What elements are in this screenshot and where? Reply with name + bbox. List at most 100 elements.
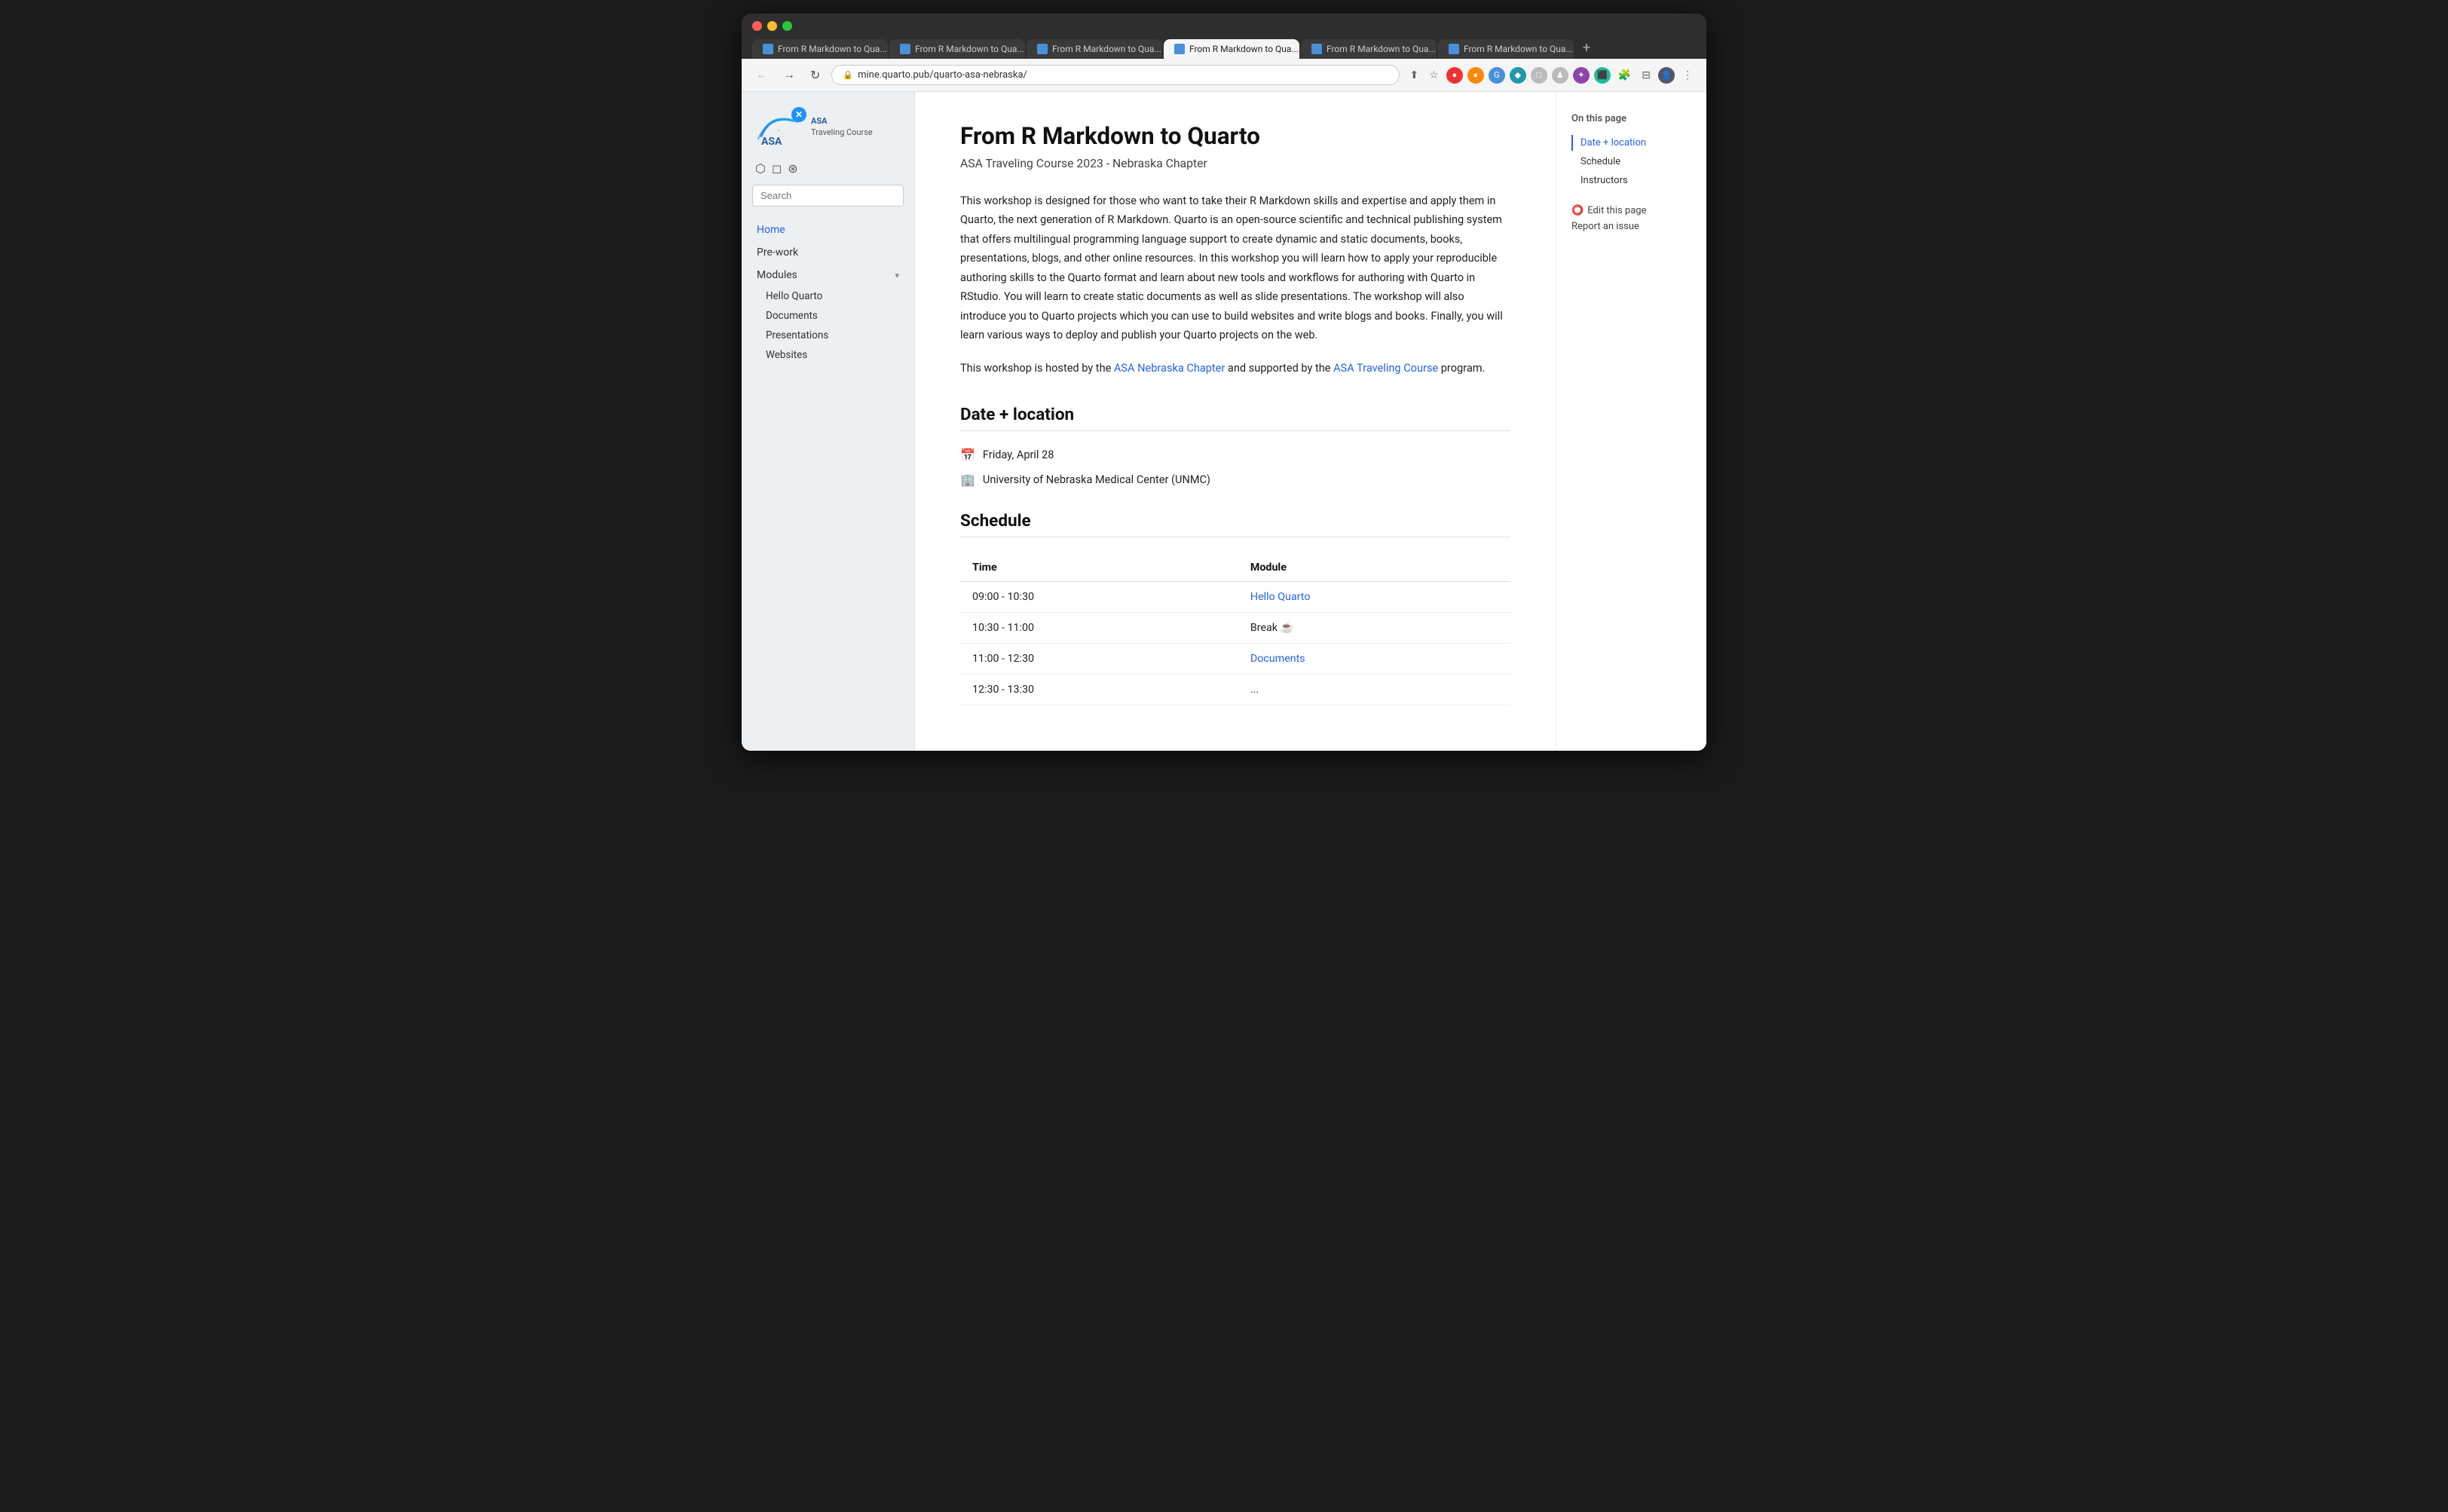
main-content: From R Markdown to Quarto ASA Traveling … (915, 92, 1556, 751)
page-subtitle: ASA Traveling Course 2023 - Nebraska Cha… (960, 156, 1510, 170)
sidebar-item-websites[interactable]: Websites (742, 345, 914, 365)
location-item: 🏢 University of Nebraska Medical Center … (960, 473, 1510, 487)
minimize-button[interactable] (767, 21, 777, 31)
table-row: 10:30 - 11:00Break ☕ (960, 613, 1510, 644)
toc-edit-section: ⭕ Edit this page Report an issue (1571, 205, 1691, 232)
toc-link[interactable]: Instructors (1571, 173, 1691, 188)
date-location-divider (960, 430, 1510, 431)
hosted-text-after: program. (1438, 362, 1485, 375)
sidebar-item-label-presentations: Presentations (766, 329, 828, 341)
extensions-button[interactable]: 🧩 (1615, 67, 1634, 83)
mail-icon[interactable]: ◻ (772, 161, 782, 176)
logo-image: ASA • ✕ (755, 107, 803, 146)
toc-panel: On this page Date + location Schedule Inst… (1556, 92, 1706, 751)
tab-favicon-1 (763, 44, 773, 54)
browser-toolbar: ⬆ ☆ ● ● G ◆ □ ♟ ✦ ⬛ 🧩 ⊟ 👤 ⋮ (1407, 67, 1696, 84)
more-options-button[interactable]: ⋮ (1679, 67, 1696, 83)
sidebar-item-label-websites: Websites (766, 349, 807, 361)
sidebar-item-label-documents: Documents (766, 310, 818, 322)
schedule-module-cell[interactable]: Documents (1238, 644, 1510, 675)
tab-label-4: From R Markdown to Qua... (1189, 44, 1299, 54)
lock-icon: 🔒 (843, 70, 853, 80)
extension-icon-2[interactable]: ● (1467, 67, 1484, 84)
window-controls (752, 21, 1696, 31)
date-text: Friday, April 28 (983, 448, 1054, 461)
close-button[interactable] (752, 21, 762, 31)
schedule-module-cell[interactable]: Hello Quarto (1238, 582, 1510, 613)
bookmark-button[interactable]: ☆ (1426, 67, 1442, 83)
table-row: 09:00 - 10:30Hello Quarto (960, 582, 1510, 613)
svg-text:ASA: ASA (761, 136, 782, 146)
maximize-button[interactable] (782, 21, 792, 31)
sidebar-toggle[interactable]: ⊟ (1639, 67, 1654, 83)
table-row: 12:30 - 13:30... (960, 675, 1510, 705)
col-header-time: Time (960, 554, 1238, 582)
reload-button[interactable]: ↻ (806, 66, 824, 84)
report-issue-label: Report an issue (1571, 221, 1639, 232)
toc-link[interactable]: Date + location (1571, 135, 1691, 151)
hosted-text-before: This workshop is hosted by the (960, 362, 1114, 375)
table-row: 11:00 - 12:30Documents (960, 644, 1510, 675)
sidebar-nav: Home Pre-work Modules ▾ Hello Quarto Doc… (742, 219, 914, 736)
sidebar-item-hello-quarto[interactable]: Hello Quarto (742, 286, 914, 306)
date-location-heading: Date + location (960, 405, 1510, 424)
toc-links: Date + location Schedule Instructors (1571, 135, 1691, 188)
sidebar-item-prework[interactable]: Pre-work (742, 241, 914, 264)
schedule-heading: Schedule (960, 511, 1510, 531)
browser-tab-3[interactable]: From R Markdown to Qua... ✕ (1027, 39, 1162, 59)
sidebar-item-label-hello-quarto: Hello Quarto (766, 290, 822, 302)
new-tab-button[interactable]: + (1575, 37, 1598, 59)
page-title: From R Markdown to Quarto (960, 122, 1510, 150)
sidebar-item-label-prework: Pre-work (757, 246, 798, 259)
browser-tab-2[interactable]: From R Markdown to Qua... ✕ (889, 39, 1025, 59)
tab-bar: From R Markdown to Qua... ✕ From R Markd… (752, 37, 1696, 59)
schedule-module-cell: Break ☕ (1238, 613, 1510, 644)
back-button[interactable]: ← (752, 67, 772, 84)
sidebar-item-presentations[interactable]: Presentations (742, 326, 914, 345)
tab-label-1: From R Markdown to Qua... (778, 44, 887, 54)
forward-button[interactable]: → (779, 67, 799, 84)
logo-links: ⬡ ◻ ⊛ (742, 158, 914, 185)
extension-icon-3[interactable]: G (1489, 67, 1505, 84)
page-description-1: This workshop is designed for those who … (960, 191, 1510, 345)
extension-icon-6[interactable]: ♟ (1552, 67, 1568, 84)
extension-icon-1[interactable]: ● (1446, 67, 1463, 84)
tab-label-5: From R Markdown to Qua... (1327, 44, 1436, 54)
tab-favicon-6 (1449, 44, 1459, 54)
address-bar-row: ← → ↻ 🔒 mine.quarto.pub/quarto-asa-nebra… (742, 59, 1706, 92)
browser-tab-6[interactable]: From R Markdown to Qua... ✕ (1438, 39, 1574, 59)
schedule-module-link[interactable]: Documents (1250, 653, 1305, 665)
svg-text:•: • (778, 127, 780, 134)
extension-icon-8[interactable]: ⬛ (1594, 67, 1611, 84)
extension-icon-5[interactable]: □ (1531, 67, 1547, 84)
github-icon[interactable]: ⬡ (755, 161, 766, 176)
browser-titlebar: From R Markdown to Qua... ✕ From R Markd… (742, 14, 1706, 59)
report-issue-link[interactable]: Report an issue (1571, 221, 1691, 232)
sidebar-logo: ASA • ✕ ASA Traveling Course (742, 107, 914, 158)
calendar-icon: 📅 (960, 448, 975, 462)
schedule-module-link[interactable]: Hello Quarto (1250, 591, 1311, 603)
asa-nebraska-link[interactable]: ASA Nebraska Chapter (1114, 362, 1225, 375)
hosted-text-middle: and supported by the (1225, 362, 1333, 375)
sidebar: ASA • ✕ ASA Traveling Course ⬡ ◻ ⊛ (742, 92, 915, 751)
tab-label-2: From R Markdown to Qua... (915, 44, 1024, 54)
user-avatar[interactable]: 👤 (1658, 67, 1675, 84)
sidebar-item-home[interactable]: Home (742, 219, 914, 241)
sidebar-item-modules[interactable]: Modules ▾ (742, 264, 914, 286)
tab-favicon-4 (1174, 44, 1185, 54)
extension-icon-7[interactable]: ✦ (1573, 67, 1590, 84)
search-input[interactable] (752, 185, 904, 207)
asa-traveling-course-link[interactable]: ASA Traveling Course (1333, 362, 1438, 375)
link-icon[interactable]: ⊛ (788, 161, 797, 176)
extension-icon-4[interactable]: ◆ (1510, 67, 1526, 84)
sidebar-search-wrapper (742, 185, 914, 219)
browser-tab-1[interactable]: From R Markdown to Qua... ✕ (752, 39, 888, 59)
toc-link[interactable]: Schedule (1571, 154, 1691, 170)
sidebar-item-documents[interactable]: Documents (742, 306, 914, 326)
toc-title: On this page (1571, 113, 1691, 124)
share-button[interactable]: ⬆ (1407, 67, 1422, 83)
address-bar[interactable]: 🔒 mine.quarto.pub/quarto-asa-nebraska/ (831, 65, 1399, 85)
browser-tab-4[interactable]: From R Markdown to Qua... ✕ (1164, 39, 1299, 59)
edit-page-link[interactable]: ⭕ Edit this page (1571, 205, 1691, 216)
browser-tab-5[interactable]: From R Markdown to Qua... ✕ (1301, 39, 1437, 59)
